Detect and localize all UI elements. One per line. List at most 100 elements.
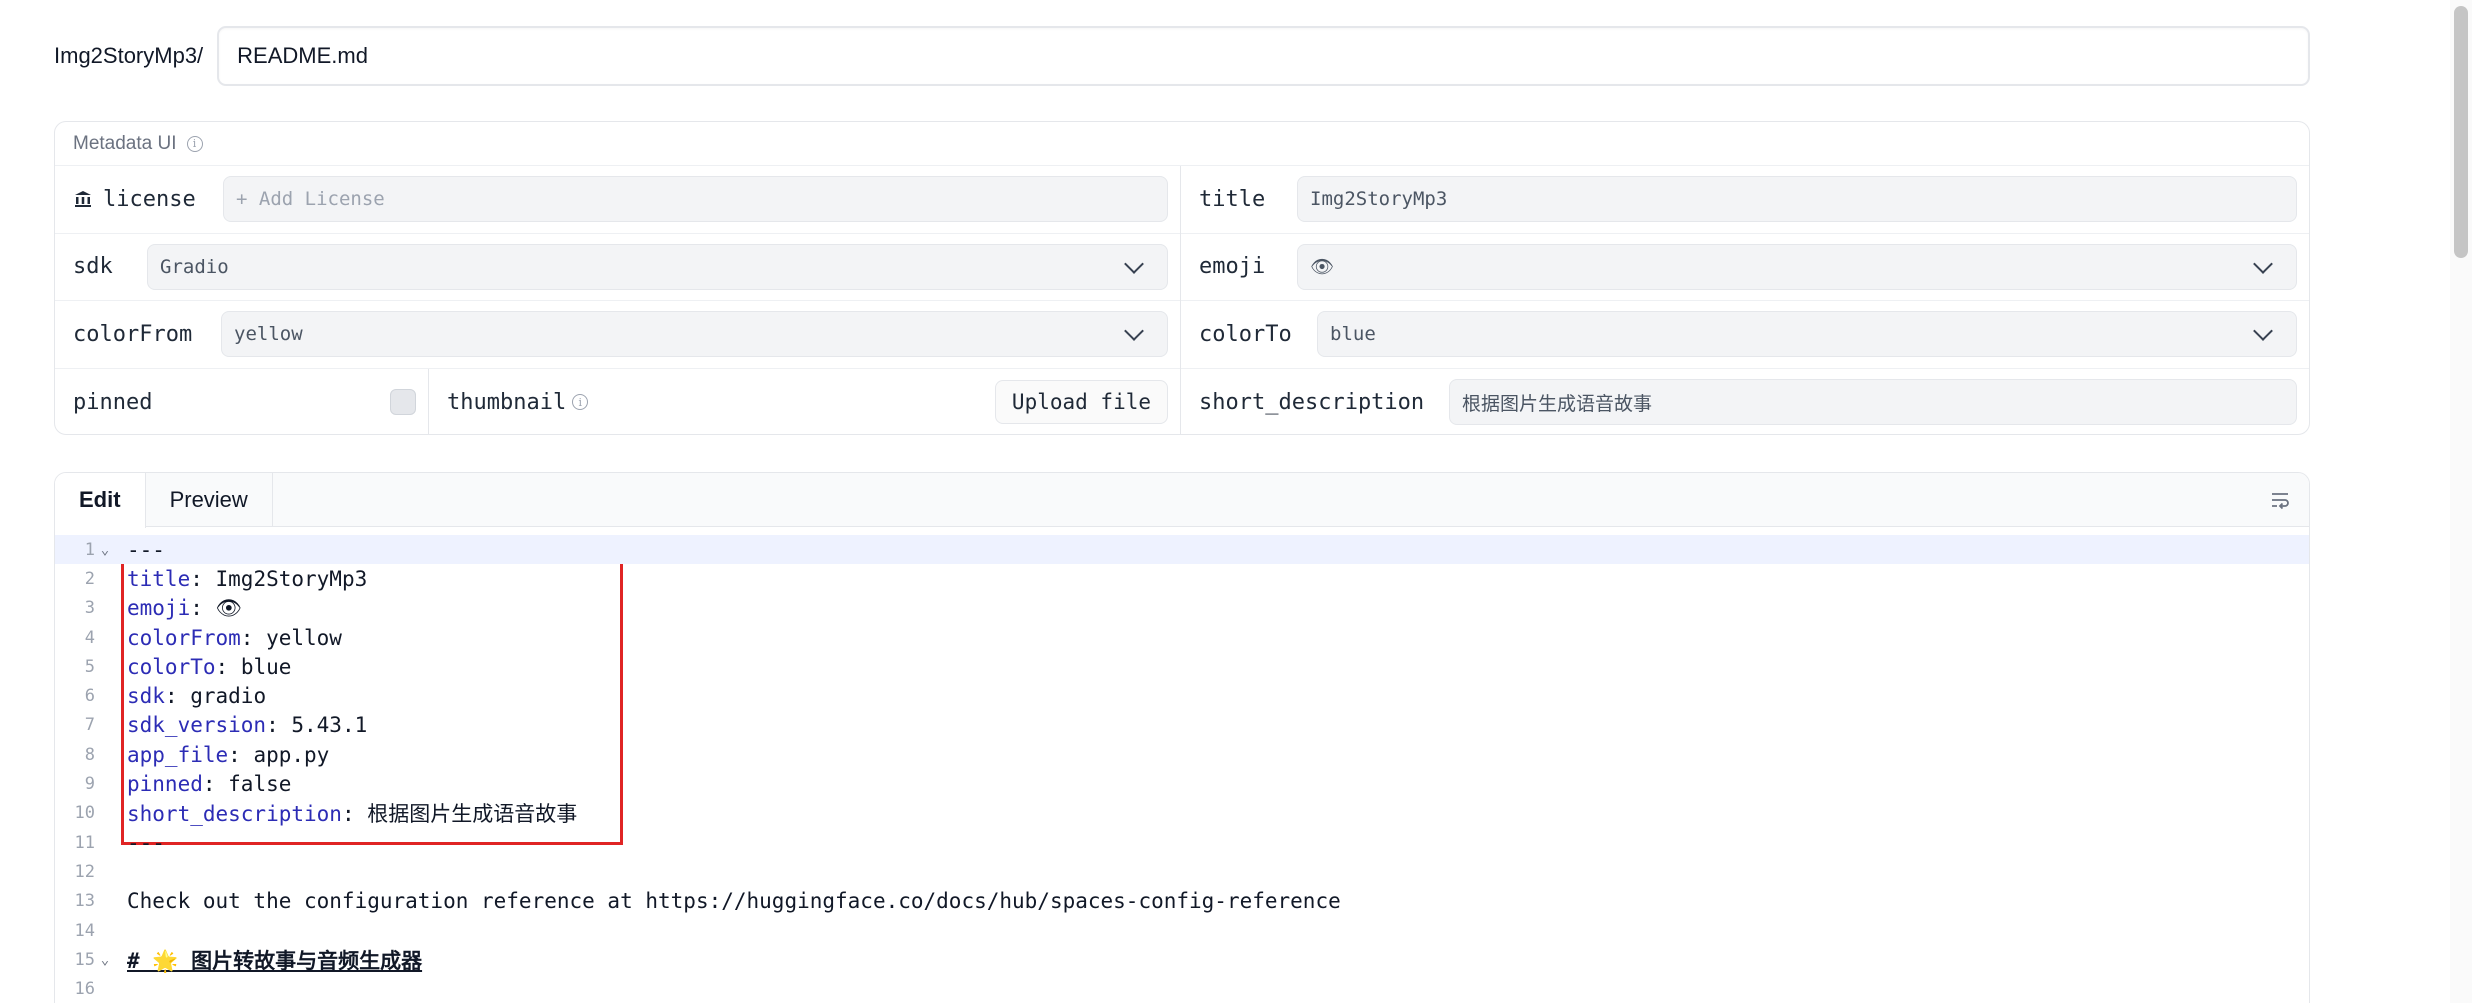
code-text: sdk: gradio xyxy=(115,684,266,708)
code-line[interactable]: 3 emoji: 👁 xyxy=(55,594,2309,623)
yaml-value: Img2StoryMp3 xyxy=(215,566,368,591)
code-line[interactable]: 16 xyxy=(55,975,2309,1003)
info-icon[interactable]: i xyxy=(186,135,203,152)
yaml-separator: : xyxy=(240,625,267,650)
colorto-label: colorTo xyxy=(1199,321,1292,347)
code-line[interactable]: 8 app_file: app.py xyxy=(55,740,2309,769)
metadata-header-label: Metadata UI xyxy=(73,132,177,154)
yaml-separator: : xyxy=(202,772,229,797)
colorfrom-row: colorFrom yellow xyxy=(55,301,1180,369)
metadata-ui-panel: Metadata UI i license + Add License sdk … xyxy=(54,121,2310,435)
yaml-value: gradio xyxy=(190,684,267,709)
colorto-value: blue xyxy=(1330,323,1376,346)
filename-input[interactable]: README.md xyxy=(217,26,2310,86)
fold-chevron-icon[interactable]: ⌄ xyxy=(95,952,115,968)
title-row: title Img2StoryMp3 xyxy=(1181,166,2309,234)
line-number: 11 xyxy=(74,832,95,853)
yaml-key: emoji xyxy=(127,595,191,620)
code-line[interactable]: 12 xyxy=(55,857,2309,886)
code-line[interactable]: 4 colorFrom: yellow xyxy=(55,623,2309,652)
yaml-key: pinned xyxy=(127,772,203,797)
code-text: app_file: app.py xyxy=(115,743,329,767)
title-label: title xyxy=(1199,186,1266,212)
line-number: 9 xyxy=(84,774,95,795)
code-text: colorFrom: yellow xyxy=(115,626,342,650)
yaml-value: yellow xyxy=(266,625,342,650)
code-text: sdk_version: 5.43.1 xyxy=(115,713,367,737)
line-number: 1 xyxy=(84,539,95,560)
code-line[interactable]: 15 ⌄ # 🌟 图片转故事与音频生成器 xyxy=(55,945,2309,974)
code-content: --- xyxy=(127,537,165,562)
yaml-value: 👁 xyxy=(215,595,243,620)
line-number: 16 xyxy=(74,979,95,1000)
yaml-key: app_file xyxy=(127,742,229,767)
line-number: 13 xyxy=(74,891,95,912)
line-number: 12 xyxy=(74,861,95,882)
title-input[interactable]: Img2StoryMp3 xyxy=(1297,176,2297,223)
license-row: license + Add License xyxy=(55,166,1180,234)
code-text: short_description: 根据图片生成语音故事 xyxy=(115,798,577,828)
sdk-label: sdk xyxy=(73,254,113,280)
fold-chevron-icon[interactable]: ⌄ xyxy=(95,542,115,558)
code-area[interactable]: 1 ⌄ --- 2 title: Img2StoryMp3 3 emoji: 👁 4 color… xyxy=(55,527,2309,1003)
yaml-value: false xyxy=(228,772,292,797)
code-line[interactable]: 13 Check out the configuration reference … xyxy=(55,887,2309,916)
yaml-key: sdk_version xyxy=(127,713,267,738)
code-content: # 🌟 图片转故事与音频生成器 xyxy=(127,948,423,973)
line-number: 10 xyxy=(74,803,95,824)
code-text: # 🌟 图片转故事与音频生成器 xyxy=(115,945,422,975)
editor-tabs: Edit Preview xyxy=(55,473,2309,528)
sdk-select[interactable]: Gradio xyxy=(147,243,1168,290)
line-number: 7 xyxy=(84,715,95,736)
yaml-separator: : xyxy=(228,742,254,767)
word-wrap-icon[interactable] xyxy=(2269,489,2291,511)
code-line[interactable]: 9 pinned: false xyxy=(55,769,2309,798)
emoji-select[interactable]: 👁 xyxy=(1297,243,2297,290)
code-content: Check out the configuration reference at… xyxy=(127,889,1341,914)
pinned-checkbox[interactable] xyxy=(390,389,416,416)
line-number: 14 xyxy=(74,920,95,941)
bank-icon xyxy=(75,191,91,208)
code-line[interactable]: 11 --- xyxy=(55,828,2309,857)
colorfrom-label: colorFrom xyxy=(73,321,193,347)
metadata-right-column: title Img2StoryMp3 emoji 👁 colorTo blue … xyxy=(1181,166,2309,434)
code-line[interactable]: 14 xyxy=(55,916,2309,945)
metadata-left-column: license + Add License sdk Gradio colorFr… xyxy=(55,166,1181,434)
short-description-input[interactable]: 根据图片生成语音故事 xyxy=(1449,379,2297,426)
code-line[interactable]: 10 short_description: 根据图片生成语音故事 xyxy=(55,799,2309,828)
yaml-separator: : xyxy=(164,684,191,709)
code-line[interactable]: 2 title: Img2StoryMp3 xyxy=(55,564,2309,593)
line-number: 6 xyxy=(84,686,95,707)
tab-preview[interactable]: Preview xyxy=(146,473,273,526)
yaml-key: sdk xyxy=(127,684,165,709)
emoji-row: emoji 👁 xyxy=(1181,234,2309,301)
scrollbar-thumb[interactable] xyxy=(2454,6,2468,258)
upload-file-button[interactable]: Upload file xyxy=(994,380,1168,425)
page-scrollbar[interactable] xyxy=(2450,0,2472,1003)
emoji-value: 👁 xyxy=(1310,256,1335,279)
short-description-label: short_description xyxy=(1199,389,1425,415)
yaml-value: 5.43.1 xyxy=(291,713,368,738)
code-line[interactable]: 7 sdk_version: 5.43.1 xyxy=(55,711,2309,740)
colorto-select[interactable]: blue xyxy=(1317,311,2297,358)
line-number: 3 xyxy=(84,598,95,619)
colorto-row: colorTo blue xyxy=(1181,301,2309,369)
code-line[interactable]: 1 ⌄ --- xyxy=(55,535,2309,565)
line-number: 15 xyxy=(74,949,95,970)
license-input[interactable]: + Add License xyxy=(223,176,1168,223)
yaml-separator: : xyxy=(190,566,216,591)
yaml-separator: : xyxy=(215,654,241,679)
code-line[interactable]: 6 sdk: gradio xyxy=(55,682,2309,711)
short-description-row: short_description 根据图片生成语音故事 xyxy=(1181,369,2309,435)
colorfrom-select[interactable]: yellow xyxy=(221,311,1168,358)
pinned-thumbnail-row: pinned thumbnail i Upload file xyxy=(55,368,1180,435)
code-line[interactable]: 5 colorTo: blue xyxy=(55,652,2309,681)
thumbnail-cell: thumbnail i Upload file xyxy=(429,369,1180,435)
info-icon[interactable]: i xyxy=(572,394,589,411)
code-text: title: Img2StoryMp3 xyxy=(115,567,367,591)
yaml-value: app.py xyxy=(253,742,330,767)
pinned-label: pinned xyxy=(73,389,153,415)
tab-edit[interactable]: Edit xyxy=(55,473,146,528)
code-text: pinned: false xyxy=(115,772,291,796)
thumbnail-label: thumbnail xyxy=(447,389,567,415)
